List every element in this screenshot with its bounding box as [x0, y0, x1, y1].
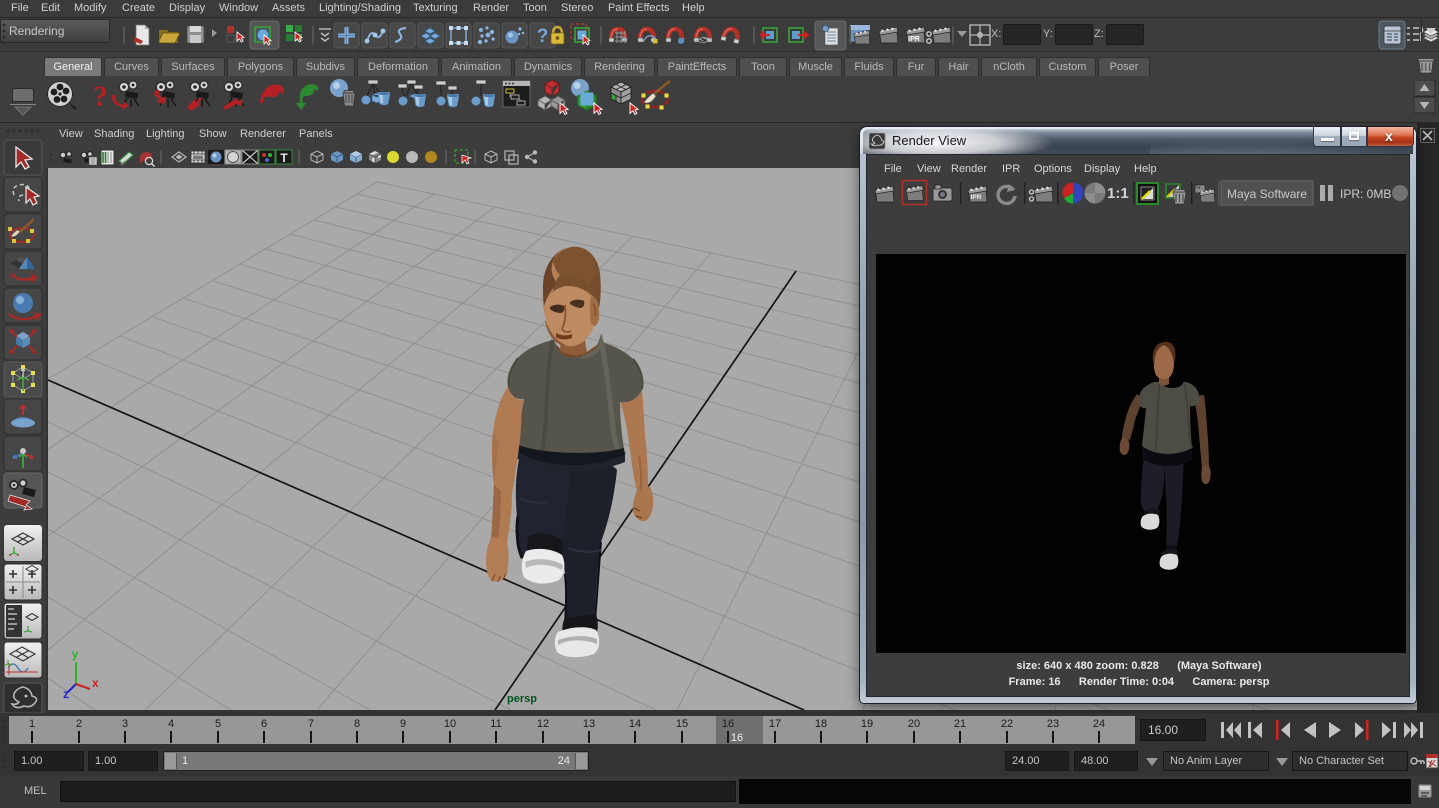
svg-text:4: 4 [168, 718, 174, 730]
svg-text:2: 2 [76, 718, 82, 730]
svg-text:9: 9 [400, 718, 406, 730]
svg-text:?: ? [537, 26, 549, 47]
svg-text:22: 22 [1001, 718, 1013, 730]
svg-text:1:1: 1:1 [1107, 185, 1129, 202]
svg-text:3: 3 [122, 718, 128, 730]
svg-text:13: 13 [583, 718, 595, 730]
svg-text:8: 8 [354, 718, 360, 730]
svg-text:19: 19 [861, 718, 873, 730]
svg-text:IPR: IPR [908, 36, 920, 43]
svg-text:18: 18 [815, 718, 827, 730]
svg-text:IPR: IPR [971, 194, 982, 201]
svg-text:1: 1 [29, 718, 35, 730]
svg-text:21: 21 [954, 718, 966, 730]
svg-text:6: 6 [261, 718, 267, 730]
svg-text:23: 23 [1047, 718, 1059, 730]
svg-text:16: 16 [722, 718, 734, 730]
svg-text:?: ? [93, 80, 108, 113]
svg-text:Maya Software: Maya Software [1227, 187, 1307, 201]
svg-text:17: 17 [769, 718, 781, 730]
svg-text:20: 20 [908, 718, 920, 730]
svg-text:7: 7 [308, 718, 314, 730]
svg-text:24: 24 [1093, 718, 1105, 730]
svg-text:10: 10 [444, 718, 456, 730]
svg-text:11: 11 [490, 718, 501, 730]
svg-text:x: x [92, 676, 99, 690]
svg-text:14: 14 [629, 718, 641, 730]
svg-text:15: 15 [676, 718, 688, 730]
svg-text:16: 16 [731, 732, 743, 744]
svg-text:12: 12 [537, 718, 549, 730]
svg-text:persp: persp [507, 693, 537, 705]
svg-text:IPR: 0MB: IPR: 0MB [1340, 187, 1391, 201]
svg-text:T: T [280, 151, 288, 165]
svg-text:z: z [63, 687, 69, 701]
svg-text:5: 5 [215, 718, 221, 730]
svg-text:y: y [72, 647, 79, 661]
